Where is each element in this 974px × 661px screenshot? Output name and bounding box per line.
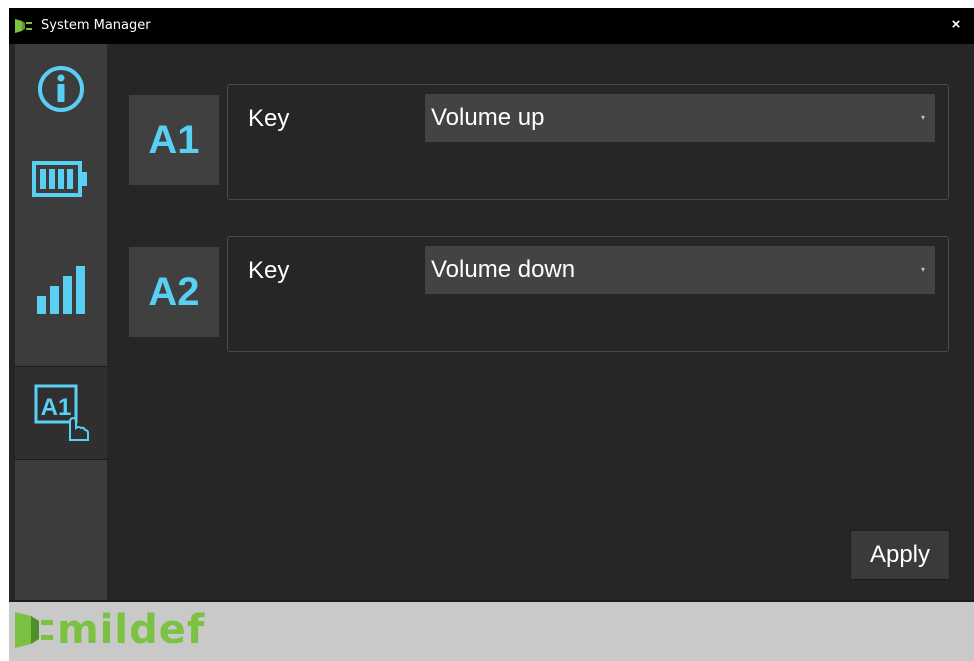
- title-bar: System Manager ×: [9, 8, 974, 44]
- system-manager-window: System Manager × A1 A1 Key Volume up ▾ A…: [9, 8, 974, 661]
- a1-key-touch-icon: A1: [34, 384, 89, 441]
- mildef-app-icon: [15, 19, 32, 33]
- main-panel: A1 Key Volume up ▾ A2 Key Volume down ▾ …: [107, 44, 974, 600]
- key-a2-select[interactable]: Volume down ▾: [425, 246, 935, 294]
- sidebar-item-info[interactable]: [15, 44, 107, 134]
- battery-icon: [32, 161, 87, 197]
- mildef-logo-icon: [15, 612, 53, 648]
- svg-text:A1: A1: [41, 394, 72, 421]
- brand-footer: mildef: [9, 600, 974, 661]
- key-tag-a1: A1: [129, 95, 219, 185]
- key-a1-select[interactable]: Volume up ▾: [425, 94, 935, 142]
- key-panel-a1: Key Volume up ▾: [227, 84, 949, 200]
- key-tag-a2: A2: [129, 247, 219, 337]
- close-button[interactable]: ×: [946, 14, 966, 36]
- brand-wordmark: mildef: [57, 607, 206, 653]
- key-label: Key: [248, 105, 290, 132]
- sidebar-item-battery[interactable]: [15, 134, 107, 224]
- sidebar-divider: [15, 459, 107, 460]
- window-title: System Manager: [41, 18, 151, 33]
- sidebar: A1: [15, 44, 107, 600]
- signal-bars-icon: [37, 266, 85, 314]
- key-panel-a2: Key Volume down ▾: [227, 236, 949, 352]
- sidebar-item-signal[interactable]: [15, 244, 107, 334]
- key-label: Key: [248, 257, 290, 284]
- chevron-down-icon: ▾: [920, 265, 925, 274]
- select-value: Volume up: [431, 104, 545, 131]
- sidebar-item-key-assignment[interactable]: A1: [15, 367, 107, 459]
- select-value: Volume down: [431, 256, 576, 283]
- apply-button[interactable]: Apply: [850, 530, 950, 580]
- chevron-down-icon: ▾: [920, 113, 925, 122]
- info-icon: [38, 66, 84, 112]
